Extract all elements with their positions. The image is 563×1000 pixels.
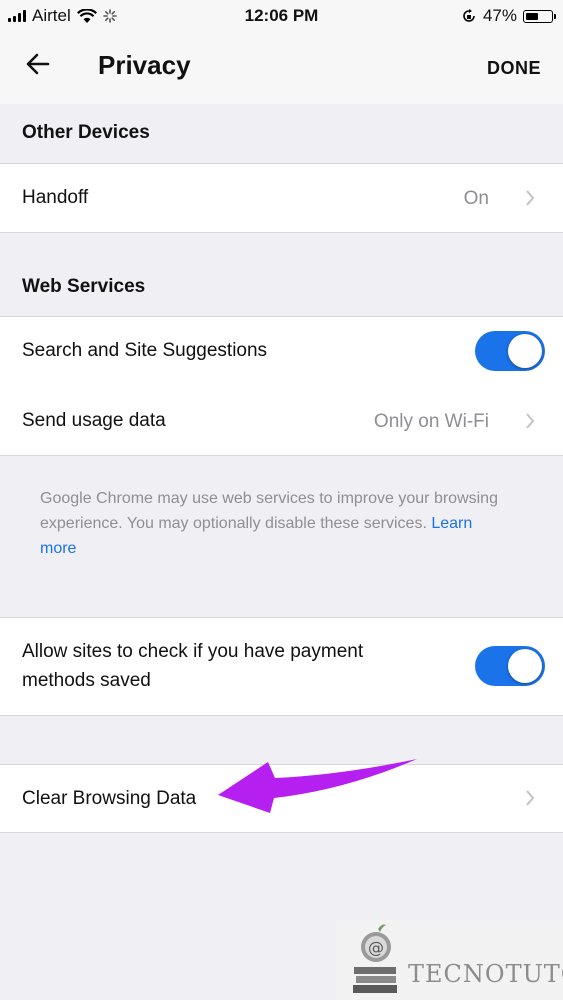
- done-button[interactable]: DONE: [487, 58, 541, 79]
- watermark-text: TECNOTUTO: [408, 960, 563, 988]
- section-header-web-services: Web Services: [22, 276, 146, 297]
- payment-group: Allow sites to check if you have payment…: [0, 617, 563, 716]
- payment-methods-label-line1: Allow sites to check if you have payment: [22, 641, 364, 662]
- usage-data-value: Only on Wi-Fi: [373, 411, 489, 432]
- page-title: Privacy: [98, 50, 191, 80]
- handoff-row[interactable]: Handoff On: [0, 164, 563, 232]
- footnote-text: Google Chrome may use web services to im…: [40, 490, 498, 532]
- usage-data-row[interactable]: Send usage data Only on Wi-Fi: [0, 387, 563, 455]
- section-header-other-devices: Other Devices: [22, 122, 150, 143]
- search-suggestions-label: Search and Site Suggestions: [22, 340, 268, 361]
- search-suggestions-row: Search and Site Suggestions: [0, 317, 563, 387]
- payment-methods-label-line2: methods saved: [22, 670, 151, 691]
- handoff-value: On: [463, 188, 489, 209]
- svg-text:@: @: [368, 938, 384, 957]
- clear-browsing-data-row[interactable]: Clear Browsing Data: [0, 765, 563, 832]
- watermark: @ TECNOTUTO: [336, 920, 563, 1000]
- status-bar: Airtel 12:06 PM 47%: [0, 0, 563, 30]
- chevron-right-icon: [526, 790, 535, 806]
- search-suggestions-toggle[interactable]: [475, 331, 545, 371]
- clear-browsing-data-label: Clear Browsing Data: [22, 788, 197, 809]
- handoff-label: Handoff: [22, 187, 89, 208]
- usage-data-label: Send usage data: [22, 410, 166, 431]
- battery-icon: [523, 9, 556, 23]
- web-services-footnote: Google Chrome may use web services to im…: [40, 486, 510, 561]
- web-services-group: Search and Site Suggestions Send usage d…: [0, 316, 563, 456]
- payment-methods-row: Allow sites to check if you have payment…: [0, 618, 563, 715]
- other-devices-group: Handoff On: [0, 163, 563, 233]
- apple-books-logo-icon: @: [353, 924, 397, 993]
- navigation-bar: Privacy DONE: [0, 30, 563, 104]
- rotation-lock-icon: [463, 9, 475, 22]
- back-arrow-icon[interactable]: [24, 50, 52, 78]
- status-right: 47%: [461, 6, 556, 26]
- payment-methods-toggle[interactable]: [475, 646, 545, 686]
- battery-percent: 47%: [482, 6, 517, 25]
- clear-data-group: Clear Browsing Data: [0, 764, 563, 833]
- chevron-right-icon: [526, 190, 535, 206]
- chevron-right-icon: [526, 413, 535, 429]
